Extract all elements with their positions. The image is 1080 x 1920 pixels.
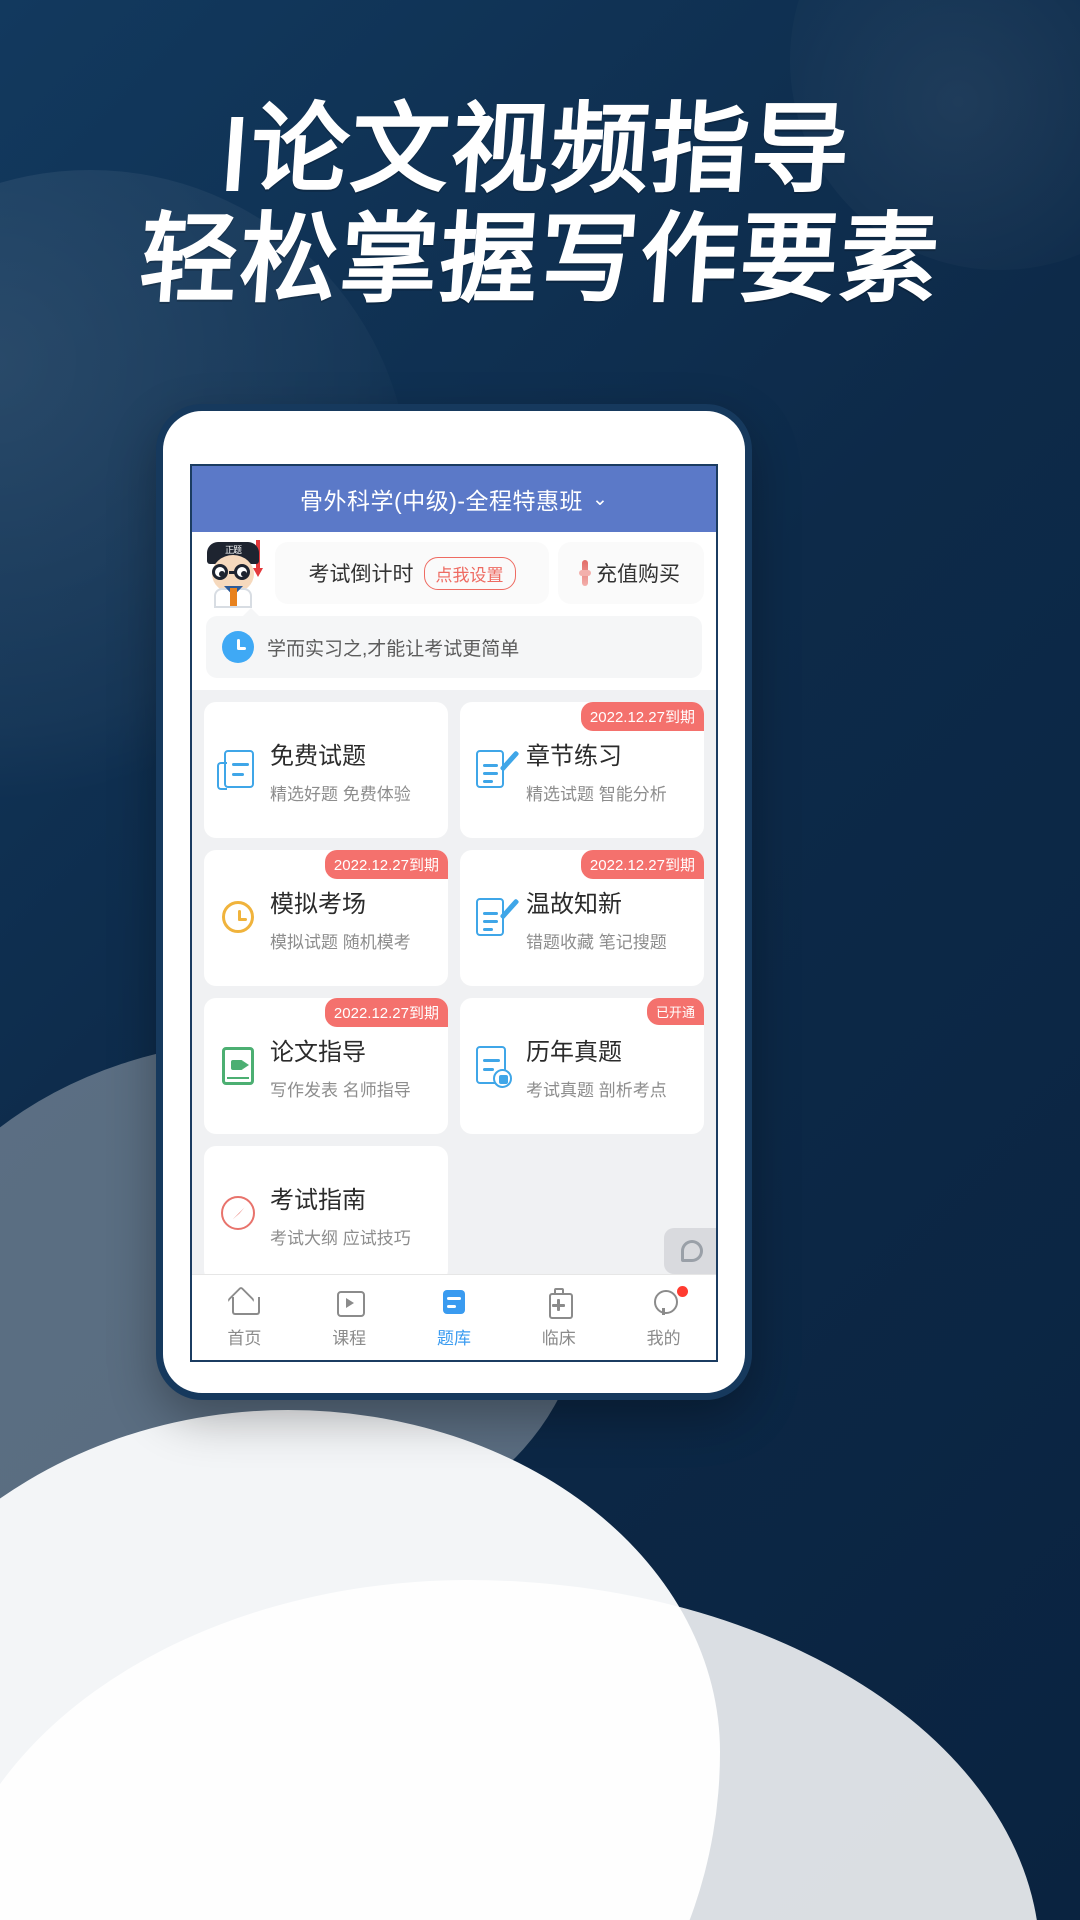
tab-label: 临床 [541,1328,576,1348]
set-countdown-badge[interactable]: 点我设置 [423,556,516,590]
tab-label: 题库 [436,1328,471,1348]
chevron-down-icon[interactable]: ⌄ [592,488,608,511]
mascot-tie [230,588,237,606]
video-book-icon [216,1043,258,1089]
card-subtitle: 考试真题 剖析考点 [526,1080,667,1100]
headline-line-1-text: 论文视频指导 [247,93,856,207]
feature-card-chapter-practice[interactable]: 2022.12.27到期 章节练习 精选试题 智能分析 [460,702,704,838]
card-texts: 温故知新 错题收藏 笔记搜题 [526,884,667,953]
expiry-badge: 2022.12.27到期 [324,850,448,879]
card-subtitle: 精选试题 智能分析 [526,784,667,804]
headline-bar-mark [226,117,244,191]
card-title: 考试指南 [270,1186,366,1214]
paper-seal-icon [472,1043,514,1089]
card-subtitle: 写作发表 名师指导 [270,1080,411,1100]
phone-mockup: 骨外科学(中级)-全程特惠班 ⌄ 正题 考试倒计时 点我设置 充值购买 学而实习… [156,404,752,1400]
chat-bubble-icon [681,1240,703,1262]
card-subtitle: 错题收藏 笔记搜题 [526,932,667,952]
home-icon [229,1287,261,1317]
notice-banner[interactable]: 学而实习之,才能让考试更简单 [206,608,702,678]
tab-label: 课程 [332,1328,367,1348]
notice-text: 学而实习之,才能让考试更简单 [267,638,520,660]
card-title: 模拟考场 [270,890,366,918]
feature-card-exam-guide[interactable]: 考试指南 考试大纲 应试技巧 [204,1146,448,1274]
question-bank-icon [439,1287,469,1317]
card-subtitle: 模拟试题 随机模考 [270,932,411,952]
card-title: 温故知新 [526,890,622,918]
feature-grid-area: 免费试题 精选好题 免费体验 2022.12.27到期 章节练习 精选试题 智能… [192,690,716,1274]
notice-wrapper: 学而实习之,才能让考试更简单 [192,608,716,690]
tab-home[interactable]: 首页 [192,1287,297,1349]
bottom-tab-bar: 首页 课程 题库 临床 我的 [192,1274,716,1360]
poster-headline: 论文视频指导 轻松掌握写作要素 [0,93,1080,317]
countdown-row: 正题 考试倒计时 点我设置 充值购买 [192,532,716,614]
card-title: 历年真题 [526,1038,622,1066]
tab-question-bank[interactable]: 题库 [402,1287,507,1349]
expiry-badge: 2022.12.27到期 [580,702,704,731]
feature-card-thesis-guidance[interactable]: 2022.12.27到期 论文指导 写作发表 名师指导 [204,998,448,1134]
notification-dot [676,1285,688,1297]
card-texts: 考试指南 考试大纲 应试技巧 [270,1180,411,1249]
app-header-title: 骨外科学(中级)-全程特惠班 [300,488,584,514]
expiry-badge: 2022.12.27到期 [580,850,704,879]
card-title: 论文指导 [270,1038,366,1066]
clock-icon [222,631,254,663]
exam-countdown-label: 考试倒计时 [308,563,414,586]
feature-card-free-questions[interactable]: 免费试题 精选好题 免费体验 [204,702,448,838]
card-texts: 章节练习 精选试题 智能分析 [526,736,667,805]
tab-label: 我的 [646,1328,681,1348]
app-header[interactable]: 骨外科学(中级)-全程特惠班 ⌄ [192,466,716,532]
expiry-badge: 2022.12.27到期 [324,998,448,1027]
mascot-avatar: 正题 [200,540,266,608]
card-subtitle: 精选好题 免费体验 [270,784,411,804]
activated-badge: 已开通 [646,998,704,1025]
feature-grid: 免费试题 精选好题 免费体验 2022.12.27到期 章节练习 精选试题 智能… [204,702,704,1274]
headline-line-2: 轻松掌握写作要素 [136,202,945,317]
phone-screen: 骨外科学(中级)-全程特惠班 ⌄ 正题 考试倒计时 点我设置 充值购买 学而实习… [190,464,718,1362]
video-play-icon [334,1287,366,1317]
recharge-purchase-label: 充值购买 [596,563,680,586]
edit-document-icon [472,747,520,793]
edit-document-icon [472,895,520,941]
card-texts: 论文指导 写作发表 名师指导 [270,1032,411,1101]
tab-courses[interactable]: 课程 [297,1287,402,1349]
feature-card-review[interactable]: 2022.12.27到期 温故知新 错题收藏 笔记搜题 [460,850,704,986]
card-title: 章节练习 [526,742,622,770]
document-icon [216,747,258,793]
card-texts: 免费试题 精选好题 免费体验 [270,736,411,805]
tab-label: 首页 [227,1328,262,1348]
clock-icon [216,895,258,941]
card-title: 免费试题 [270,742,366,770]
headline-line-1: 论文视频指导 [0,93,1080,207]
feature-card-past-papers[interactable]: 已开通 历年真题 考试真题 剖析考点 [460,998,704,1134]
compass-icon [216,1191,258,1237]
exam-countdown-button[interactable]: 考试倒计时 点我设置 [275,542,549,604]
card-texts: 历年真题 考试真题 剖析考点 [526,1032,667,1101]
tab-mine[interactable]: 我的 [611,1285,716,1349]
glasses-bridge [229,571,236,574]
glasses-left-icon [212,564,228,580]
tab-clinical[interactable]: 临床 [506,1287,611,1349]
glasses-right-icon [234,564,250,580]
floating-action-button[interactable] [664,1228,716,1274]
card-texts: 模拟考场 模拟试题 随机模考 [270,884,411,953]
card-subtitle: 考试大纲 应试技巧 [270,1228,411,1248]
user-icon [649,1287,679,1317]
recharge-purchase-button[interactable]: 充值购买 [558,542,704,604]
feature-card-mock-exam[interactable]: 2022.12.27到期 模拟考场 模拟试题 随机模考 [204,850,448,986]
clipboard-icon [544,1287,574,1319]
coupon-icon [579,560,591,586]
